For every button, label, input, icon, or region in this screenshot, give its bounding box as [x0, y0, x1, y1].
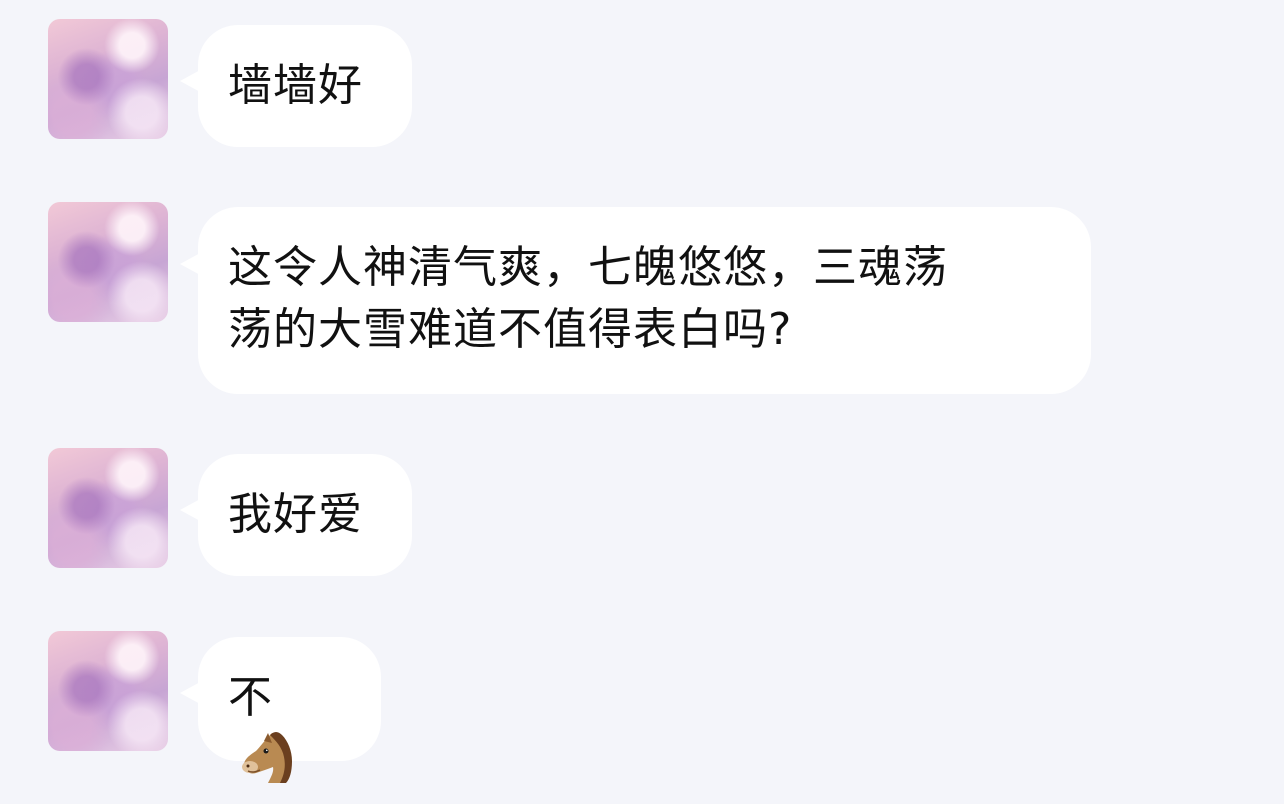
- message-text: 墙墙好: [228, 60, 363, 111]
- avatar[interactable]: [48, 202, 168, 322]
- avatar[interactable]: [48, 448, 168, 568]
- avatar[interactable]: [48, 631, 168, 751]
- message-row: 我好爱: [0, 448, 1284, 578]
- avatar[interactable]: [48, 19, 168, 139]
- message-bubble[interactable]: 墙墙好: [198, 25, 412, 147]
- message-bubble[interactable]: 不: [198, 637, 381, 783]
- message-text: 我好爱: [228, 489, 363, 540]
- message-text: 这令人神清气爽，七魄悠悠，三魂荡 荡的大雪难道不值得表白吗?: [228, 242, 948, 355]
- message-row: 这令人神清气爽，七魄悠悠，三魂荡 荡的大雪难道不值得表白吗?: [0, 202, 1284, 397]
- message-text: 不: [228, 672, 273, 723]
- message-row: 墙墙好: [0, 19, 1284, 149]
- message-bubble[interactable]: 这令人神清气爽，七魄悠悠，三魂荡 荡的大雪难道不值得表白吗?: [198, 207, 1091, 394]
- chat-thread: 墙墙好 这令人神清气爽，七魄悠悠，三魂荡 荡的大雪难道不值得表白吗? 我好爱 不: [0, 0, 1284, 783]
- message-row: 不: [0, 631, 1284, 783]
- horse-face-icon: [238, 729, 296, 787]
- message-bubble[interactable]: 我好爱: [198, 454, 412, 576]
